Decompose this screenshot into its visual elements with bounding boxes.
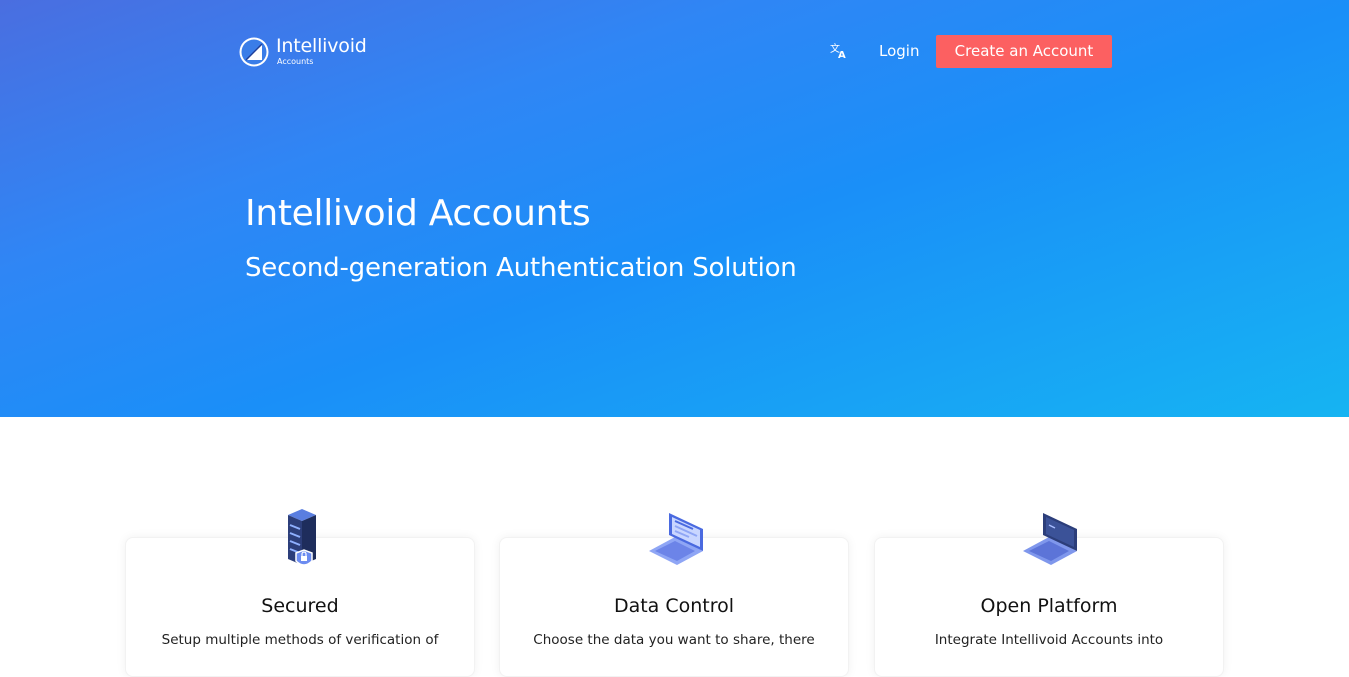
feature-description: Integrate Intellivoid Accounts into: [934, 632, 1164, 648]
create-account-button[interactable]: Create an Account: [936, 35, 1112, 68]
feature-title: Data Control: [613, 595, 735, 617]
intellivoid-logo-icon: [239, 37, 269, 67]
hero-title: Intellivoid Accounts: [245, 193, 591, 234]
server-lock-icon: [288, 509, 316, 566]
feature-description: Setup multiple methods of verification o…: [161, 632, 439, 648]
login-link[interactable]: Login: [879, 41, 919, 61]
laptop-code-icon: [1023, 513, 1077, 565]
translate-icon[interactable]: 文 A: [829, 41, 849, 61]
feature-title: Open Platform: [980, 595, 1118, 617]
hero-section: Intellivoid Accounts 文 A Login Create an…: [0, 0, 1349, 417]
brand[interactable]: Intellivoid Accounts: [238, 35, 378, 69]
svg-text:A: A: [838, 50, 846, 61]
feature-title: Secured: [261, 595, 339, 617]
brand-name: Intellivoid: [276, 35, 367, 57]
laptop-data-icon: [649, 513, 703, 565]
hero-subtitle: Second-generation Authentication Solutio…: [245, 253, 797, 283]
feature-description: Choose the data you want to share, there: [533, 632, 815, 648]
brand-subtitle: Accounts: [277, 57, 314, 66]
